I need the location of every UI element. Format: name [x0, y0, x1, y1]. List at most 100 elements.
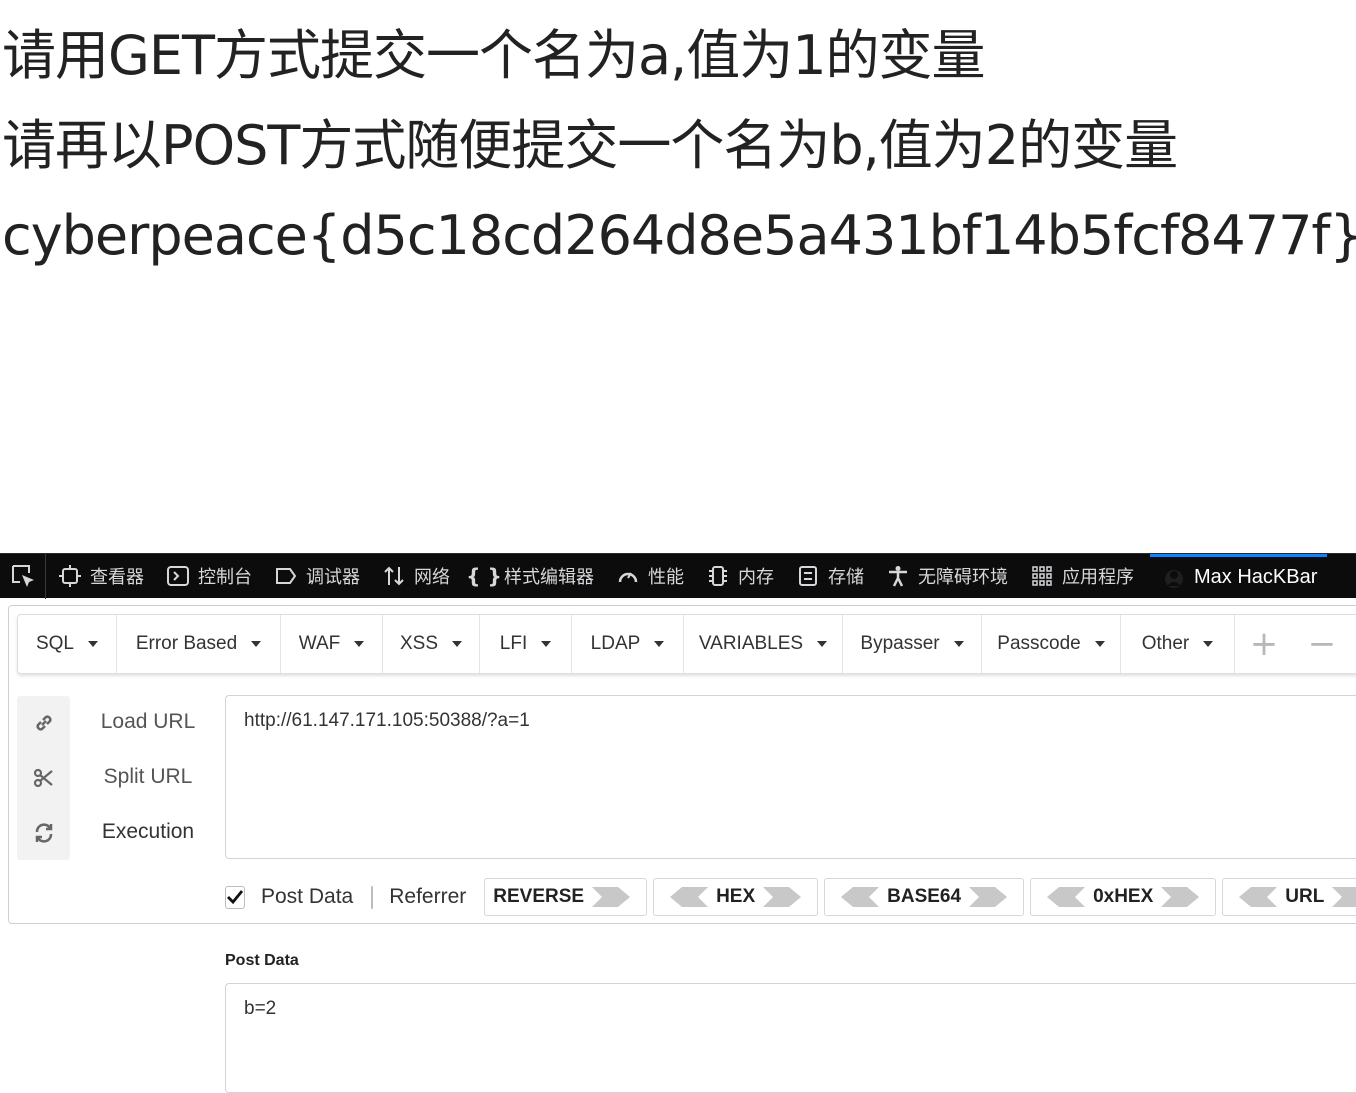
element-picker-icon [11, 565, 34, 587]
menu-passcode[interactable]: Passcode [982, 615, 1121, 673]
devtools-toolbar: 查看器 控制台 调试器 网络 { } 样式编辑器 性能 内存 存储 无障碍环境 … [0, 553, 1356, 599]
menu-label: Error Based [135, 633, 238, 654]
menu-error-based[interactable]: Error Based [117, 615, 281, 673]
tab-label: 存储 [828, 567, 864, 588]
arrow-left-icon [841, 887, 880, 907]
menu-label: WAF [298, 633, 341, 654]
menu-label: Other [1141, 633, 1190, 654]
devtools-tabs: 查看器 控制台 调试器 网络 { } 样式编辑器 性能 内存 存储 无障碍环境 … [46, 553, 1328, 599]
menu-bypasser[interactable]: Bypasser [843, 615, 982, 673]
plus-icon: + [1249, 624, 1279, 664]
url-encode-button[interactable]: URL [1222, 878, 1356, 916]
action-icons-column [17, 696, 70, 860]
hackbar-icon [1162, 566, 1186, 590]
tab-memory[interactable]: 内存 [694, 554, 784, 599]
tab-debugger[interactable]: 调试器 [262, 554, 370, 599]
arrow-right-icon [592, 887, 631, 907]
menu-label: SQL [35, 633, 75, 654]
hackbar-menu-bar: SQL Error Based WAF XSS LFI LDAP VARIABL… [17, 614, 1356, 674]
post-data-label: Post Data [261, 885, 354, 908]
tab-label: Max HacKBar [1194, 566, 1318, 588]
tab-style-editor[interactable]: { } 样式编辑器 [460, 554, 604, 599]
application-icon [1030, 564, 1054, 588]
memory-icon [706, 564, 730, 588]
encoder-label: BASE64 [887, 886, 962, 907]
referrer-label: Referrer [389, 885, 467, 908]
menu-sql[interactable]: SQL [18, 615, 117, 673]
base64-button[interactable]: BASE64 [824, 878, 1025, 916]
menu-label: LDAP [590, 633, 641, 654]
post-data-input[interactable]: b=2 [225, 983, 1356, 1093]
tab-inspector[interactable]: 查看器 [46, 554, 154, 599]
menu-variables[interactable]: VARIABLES [684, 615, 843, 673]
remove-button[interactable]: − [1293, 615, 1351, 673]
instruction-post: 请再以POST方式随便提交一个名为b,值为2的变量 [2, 114, 1178, 177]
arrow-left-icon [1047, 887, 1086, 907]
menu-label: XSS [399, 633, 439, 654]
encoder-label: HEX [716, 886, 756, 907]
scissors-icon[interactable] [17, 763, 70, 793]
menu-label: Passcode [997, 633, 1081, 654]
post-data-checkbox[interactable] [225, 885, 245, 909]
tab-label: 应用程序 [1062, 567, 1134, 588]
menu-label: Bypasser [860, 633, 940, 654]
arrow-right-icon [763, 887, 802, 907]
url-input[interactable]: http://61.147.171.105:50388/?a=1 [225, 695, 1356, 859]
add-button[interactable]: + [1235, 615, 1293, 673]
style-editor-icon: { } [466, 564, 502, 588]
hex-button[interactable]: HEX [653, 878, 819, 916]
tab-label: 控制台 [198, 567, 252, 588]
tab-accessibility[interactable]: 无障碍环境 [874, 554, 1018, 599]
tab-label: 内存 [738, 567, 774, 588]
inspector-icon [58, 564, 82, 588]
tab-label: 无障碍环境 [918, 567, 1008, 588]
tab-performance[interactable]: 性能 [604, 554, 694, 599]
caret-down-icon [953, 641, 964, 647]
hackbar-panel: SQL Error Based WAF XSS LFI LDAP VARIABL… [8, 605, 1356, 924]
caret-down-icon [354, 641, 365, 647]
caret-down-icon [654, 641, 665, 647]
flag-text: cyberpeace{d5c18cd264d8e5a431bf14b5fcf84… [2, 204, 1356, 267]
caret-down-icon [251, 641, 262, 647]
caret-down-icon [452, 641, 463, 647]
referrer-checkbox[interactable] [371, 885, 374, 909]
link-icon[interactable] [17, 708, 70, 738]
menu-ldap[interactable]: LDAP [572, 615, 684, 673]
tab-label: 性能 [648, 567, 684, 588]
tab-network[interactable]: 网络 [370, 554, 460, 599]
encoder-label: REVERSE [493, 886, 585, 907]
page-content: 请用GET方式提交一个名为a,值为1的变量 请再以POST方式随便提交一个名为b… [0, 0, 1356, 553]
tab-max-hackbar[interactable]: Max HacKBar [1150, 553, 1328, 599]
refresh-icon[interactable] [17, 818, 70, 848]
menu-label: LFI [499, 633, 528, 654]
menu-waf[interactable]: WAF [281, 615, 383, 673]
checkmark-icon [227, 890, 244, 905]
element-picker-button[interactable] [0, 553, 46, 599]
post-data-section-title: Post Data [225, 952, 299, 969]
debugger-icon [274, 564, 298, 588]
encoder-label: URL [1285, 886, 1325, 907]
menu-xss[interactable]: XSS [383, 615, 480, 673]
tab-label: 查看器 [90, 567, 144, 588]
caret-down-icon [88, 641, 99, 647]
reverse-button[interactable]: REVERSE [484, 878, 648, 916]
tab-label: 调试器 [306, 567, 360, 588]
execution-button[interactable]: Execution [87, 820, 209, 844]
arrow-right-icon [1332, 887, 1356, 907]
menu-other[interactable]: Other [1121, 615, 1235, 673]
menu-lfi[interactable]: LFI [480, 615, 572, 673]
0xhex-button[interactable]: 0xHEX [1030, 878, 1217, 916]
split-url-button[interactable]: Split URL [87, 765, 209, 789]
tab-application[interactable]: 应用程序 [1018, 554, 1144, 599]
instruction-get: 请用GET方式提交一个名为a,值为1的变量 [2, 24, 986, 87]
arrow-right-icon [1161, 887, 1200, 907]
tab-storage[interactable]: 存储 [784, 554, 874, 599]
tab-label: 样式编辑器 [504, 567, 594, 588]
tab-label: 网络 [414, 567, 450, 588]
caret-down-icon [541, 641, 552, 647]
minus-icon: − [1307, 624, 1337, 664]
encoder-label: 0xHEX [1093, 886, 1154, 907]
load-url-button[interactable]: Load URL [87, 710, 209, 734]
accessibility-icon [886, 564, 910, 588]
tab-console[interactable]: 控制台 [154, 554, 262, 599]
